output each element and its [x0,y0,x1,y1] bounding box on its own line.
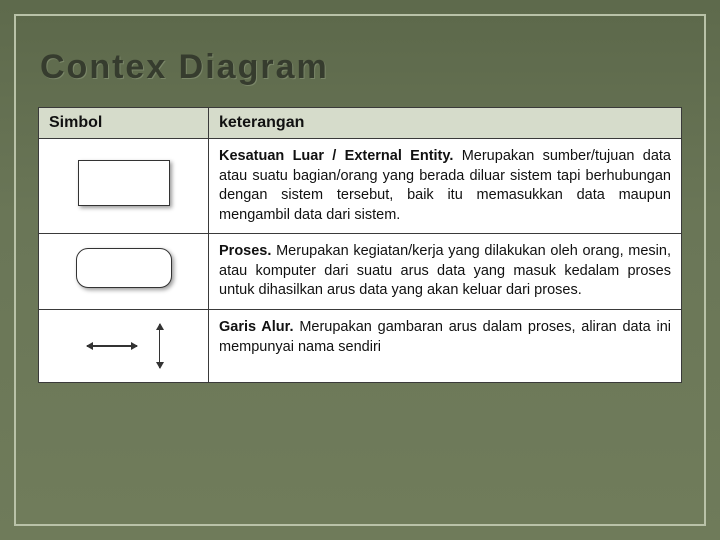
table-header-row: Simbol keterangan [39,108,682,139]
term-desc: Merupakan kegiatan/kerja yang dilakukan … [219,243,671,298]
symbol-table: Simbol keterangan Kesatuan Luar / Extern… [38,107,682,383]
header-symbol: Simbol [39,108,209,139]
table-row: Kesatuan Luar / External Entity. Merupak… [39,139,682,234]
description-cell: Proses. Merupakan kegiatan/kerja yang di… [209,234,682,310]
header-description: keterangan [209,108,682,139]
page-title: Contex Diagram [16,16,704,107]
term-label: Proses. [219,243,271,259]
arrow-horizontal-icon [87,345,137,347]
description-cell: Garis Alur. Merupakan gambaran arus dala… [209,309,682,382]
table-row: Proses. Merupakan kegiatan/kerja yang di… [39,234,682,310]
flow-arrows-icon [87,324,161,368]
symbol-cell-flow [39,309,209,382]
term-label: Garis Alur. [219,319,294,335]
description-cell: Kesatuan Luar / External Entity. Merupak… [209,139,682,234]
arrow-vertical-icon [159,324,161,368]
table-row: Garis Alur. Merupakan gambaran arus dala… [39,309,682,382]
process-icon [76,248,172,288]
symbol-cell-external-entity [39,139,209,234]
external-entity-icon [78,160,170,206]
slide-frame: Contex Diagram Simbol keterangan Kesatua… [14,14,706,526]
symbol-cell-process [39,234,209,310]
term-label: Kesatuan Luar / External Entity. [219,148,453,164]
